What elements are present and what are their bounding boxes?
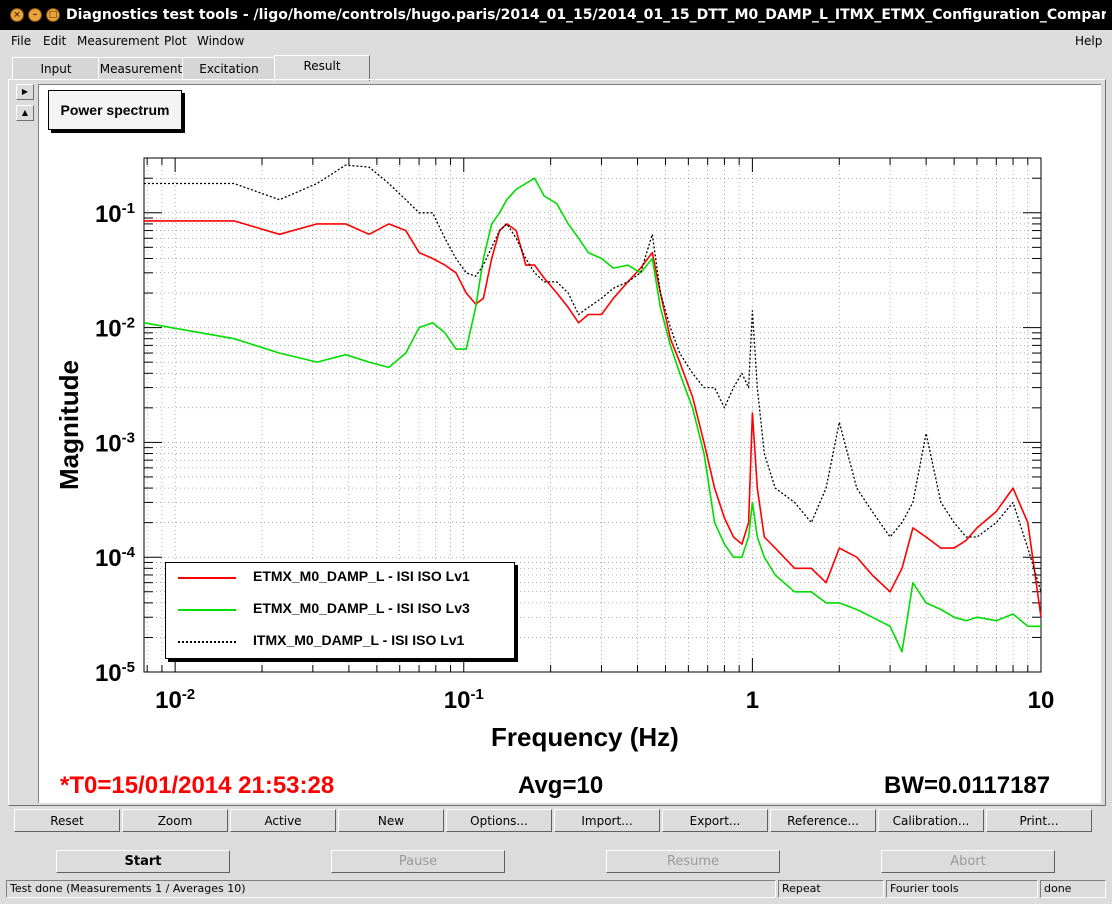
plot-legend: ETMX_M0_DAMP_L - ISI ISO Lv1 ETMX_M0_DAM…: [165, 562, 515, 659]
y-axis-title: Magnitude: [54, 360, 84, 490]
plot-panel-label[interactable]: Power spectrum: [48, 90, 182, 130]
y-tick-label: 10-1: [95, 200, 135, 228]
y-tick-label: 10-4: [95, 544, 136, 572]
y-tick-label: 10-2: [95, 315, 135, 343]
average-count: Avg=10: [518, 772, 604, 799]
legend-entry: ITMX_M0_DAMP_L - ISI ISO Lv1: [166, 632, 514, 652]
x-tick-label: 10: [1028, 687, 1055, 714]
y-tick-label: 10-3: [95, 429, 135, 457]
status-repeat: Repeat: [778, 880, 884, 898]
start-button[interactable]: Start: [56, 850, 230, 873]
t0-timestamp: *T0=15/01/2014 21:53:28: [60, 772, 335, 799]
zoom-button[interactable]: Zoom: [122, 809, 228, 832]
status-fourier-tools: Fourier tools: [886, 880, 1038, 898]
x-axis-title: Frequency (Hz): [491, 722, 679, 752]
y-tick-label: 10-5: [95, 659, 135, 687]
import-button[interactable]: Import...: [554, 809, 660, 832]
legend-label: ETMX_M0_DAMP_L - ISI ISO Lv1: [253, 568, 470, 584]
legend-entry: ETMX_M0_DAMP_L - ISI ISO Lv1: [166, 568, 514, 588]
power-spectrum-plot: 10-2 10-1 1 10 10-1 10-2 10-3 10-4 10-5: [95, 157, 1055, 714]
reset-button[interactable]: Reset: [14, 809, 120, 832]
legend-swatch-green: [178, 609, 236, 611]
x-tick-label: 10-1: [444, 686, 484, 714]
plot-toolbar: Reset Zoom Active New Options... Import.…: [14, 809, 1098, 833]
export-button[interactable]: Export...: [662, 809, 768, 832]
calibration-button[interactable]: Calibration...: [878, 809, 984, 832]
new-button[interactable]: New: [338, 809, 444, 832]
options-button[interactable]: Options...: [446, 809, 552, 832]
legend-label: ETMX_M0_DAMP_L - ISI ISO Lv3: [253, 600, 470, 616]
legend-label: ITMX_M0_DAMP_L - ISI ISO Lv1: [253, 632, 465, 648]
legend-swatch-red: [178, 577, 236, 579]
legend-entry: ETMX_M0_DAMP_L - ISI ISO Lv3: [166, 600, 514, 620]
resume-button[interactable]: Resume: [606, 850, 780, 873]
x-tick-label: 10-2: [155, 686, 195, 714]
active-button[interactable]: Active: [230, 809, 336, 832]
status-state: done: [1040, 880, 1106, 898]
x-tick-label: 1: [746, 687, 759, 714]
legend-swatch-black-dotted: [178, 641, 236, 643]
bandwidth-value: BW=0.0117187: [884, 772, 1051, 799]
print-button[interactable]: Print...: [986, 809, 1092, 832]
reference-button[interactable]: Reference...: [770, 809, 876, 832]
abort-button[interactable]: Abort: [881, 850, 1055, 873]
pause-button[interactable]: Pause: [331, 850, 505, 873]
status-message: Test done (Measurements 1 / Averages 10): [6, 880, 776, 898]
